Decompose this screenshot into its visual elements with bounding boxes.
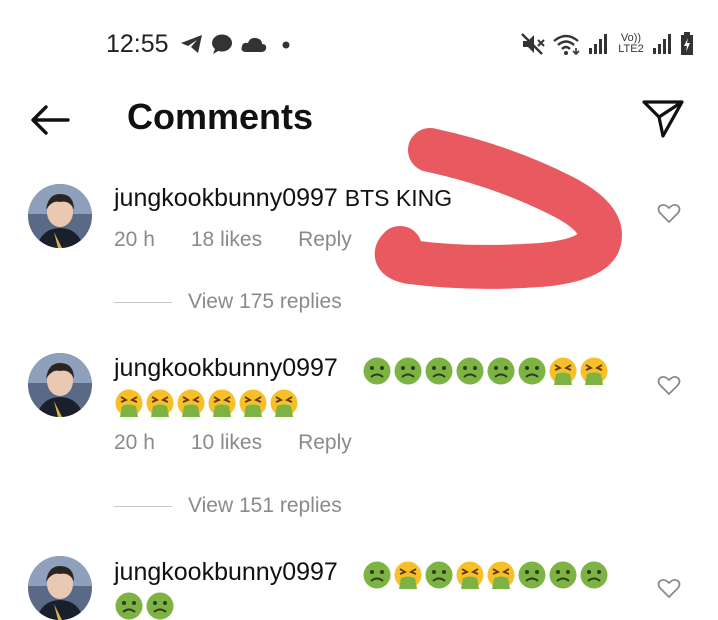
comment-time: 20 h [114, 228, 155, 251]
signal-icon [589, 34, 607, 54]
message-icon [212, 34, 232, 54]
vomiting-face-emoji-icon [580, 357, 608, 385]
back-arrow-icon[interactable] [28, 100, 72, 140]
avatar[interactable] [28, 184, 92, 248]
like-heart-icon[interactable] [657, 202, 681, 224]
comment-username[interactable]: jungkookbunny0997 [114, 354, 338, 382]
nauseated-face-emoji-icon [425, 357, 453, 385]
vomiting-face-emoji-icon [239, 389, 267, 417]
status-icons-left [180, 32, 294, 56]
nauseated-face-emoji-icon [146, 592, 174, 620]
reply-button[interactable]: Reply [298, 431, 352, 455]
like-heart-icon[interactable] [657, 374, 681, 396]
divider-line [114, 301, 172, 303]
vomiting-face-emoji-icon [549, 357, 577, 385]
wifi-icon [553, 34, 580, 56]
comment-likes[interactable]: 18 likes [191, 228, 262, 252]
nauseated-face-emoji-icon [487, 357, 515, 385]
battery-charging-icon [681, 32, 693, 55]
nauseated-face-emoji-icon [363, 561, 391, 589]
nauseated-face-emoji-icon [394, 357, 422, 385]
avatar[interactable] [28, 556, 92, 620]
page-title: Comments [127, 96, 314, 137]
nauseated-face-emoji-icon [456, 357, 484, 385]
header: Comments [0, 90, 718, 150]
comment-meta: 20 h 10 likes Reply [114, 431, 388, 455]
telegram-icon [181, 35, 202, 53]
view-replies-button[interactable]: View 175 replies [114, 290, 342, 314]
comment-line: jungkookbunny0997 BTS KING [114, 184, 452, 213]
cloud-icon [241, 37, 267, 52]
comment-meta: 20 h 18 likes Reply [114, 228, 388, 252]
emoji-row [362, 560, 609, 590]
vomiting-face-emoji-icon [456, 561, 484, 589]
comment-line: jungkookbunny0997 [114, 354, 338, 383]
reply-button[interactable]: Reply [298, 228, 352, 252]
comment-line: jungkookbunny0997 [114, 558, 338, 587]
nauseated-face-emoji-icon [518, 561, 546, 589]
status-icons-right: Vo)) LTE2 [520, 30, 694, 58]
comment-time: 20 h [114, 431, 155, 454]
vomiting-face-emoji-icon [487, 561, 515, 589]
nauseated-face-emoji-icon [363, 357, 391, 385]
comment-text: BTS KING [344, 185, 453, 211]
comment-username[interactable]: jungkookbunny0997 [114, 558, 338, 586]
mute-icon [521, 33, 545, 55]
view-replies-label: View 151 replies [188, 494, 342, 517]
emoji-row [114, 591, 175, 620]
view-replies-button[interactable]: View 151 replies [114, 494, 342, 518]
comment-username[interactable]: jungkookbunny0997 [114, 184, 338, 212]
send-icon[interactable] [640, 96, 686, 140]
nauseated-face-emoji-icon [115, 592, 143, 620]
vomiting-face-emoji-icon [177, 389, 205, 417]
avatar[interactable] [28, 353, 92, 417]
vomiting-face-emoji-icon [394, 561, 422, 589]
nauseated-face-emoji-icon [549, 561, 577, 589]
emoji-row [114, 388, 299, 418]
dot-icon [282, 41, 290, 49]
vomiting-face-emoji-icon [115, 389, 143, 417]
divider-line [114, 505, 172, 507]
signal-icon [653, 34, 671, 54]
view-replies-label: View 175 replies [188, 290, 342, 313]
emoji-row [362, 356, 609, 386]
status-time: 12:55 [106, 30, 169, 58]
volte-icon: Vo)) LTE2 [616, 33, 646, 55]
status-bar: 12:55 Vo)) LTE2 [0, 0, 718, 90]
vomiting-face-emoji-icon [146, 389, 174, 417]
vomiting-face-emoji-icon [270, 389, 298, 417]
nauseated-face-emoji-icon [425, 561, 453, 589]
comment-likes[interactable]: 10 likes [191, 431, 262, 455]
vomiting-face-emoji-icon [208, 389, 236, 417]
nauseated-face-emoji-icon [518, 357, 546, 385]
volte-label: Vo)) LTE2 [618, 32, 644, 55]
nauseated-face-emoji-icon [580, 561, 608, 589]
like-heart-icon[interactable] [657, 577, 681, 599]
